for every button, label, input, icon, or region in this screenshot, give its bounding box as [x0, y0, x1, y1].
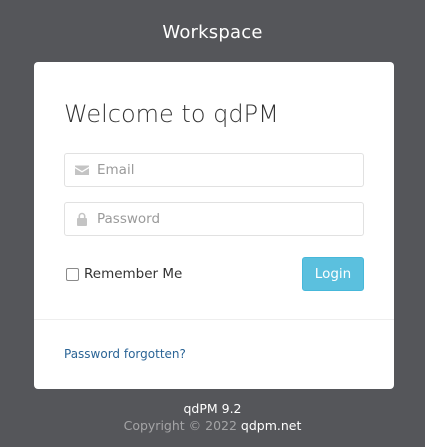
lock-icon [77, 212, 87, 226]
email-field-group [64, 153, 364, 187]
password-field-group [64, 202, 364, 236]
password-forgotten-link[interactable]: Password forgotten? [64, 347, 186, 361]
remember-me: Remember Me [66, 266, 182, 282]
login-button[interactable]: Login [302, 257, 364, 291]
card-divider [34, 319, 394, 320]
footer: qdPM 9.2 Copyright © 2022 qdpm.net [0, 401, 425, 435]
remember-me-checkbox[interactable] [66, 267, 79, 281]
envelope-icon [75, 165, 89, 175]
app-title: Workspace [162, 22, 263, 43]
copyright-text: Copyright © 2022 [123, 418, 237, 433]
password-input[interactable] [97, 203, 359, 235]
remember-me-label[interactable]: Remember Me [84, 266, 182, 282]
footer-site-link[interactable]: qdpm.net [241, 418, 301, 433]
footer-copyright: Copyright © 2022 qdpm.net [0, 417, 425, 435]
form-title: Welcome to qdPM [64, 100, 279, 128]
email-input[interactable] [97, 154, 359, 186]
footer-version: qdPM 9.2 [183, 401, 242, 416]
login-card: Welcome to qdPM Remember Me Login Passwo… [34, 62, 394, 389]
